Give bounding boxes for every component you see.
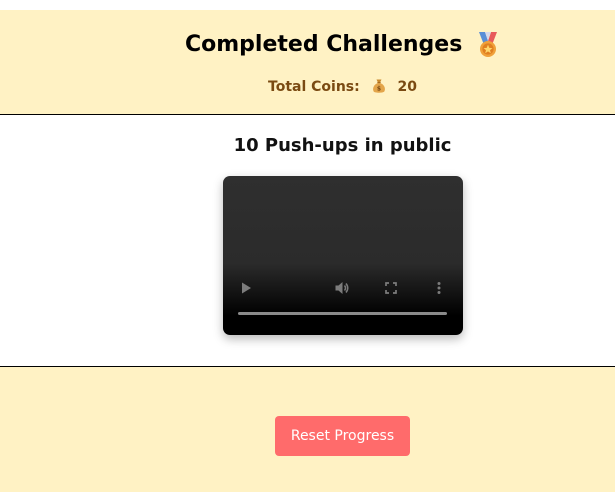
video-progress-bar[interactable]: [238, 312, 447, 315]
header: Completed Challenges Total Coins: $ 20: [0, 10, 615, 114]
page-title: Completed Challenges: [185, 32, 463, 57]
total-coins-label: Total Coins:: [268, 79, 360, 95]
more-options-icon[interactable]: [431, 280, 447, 296]
reset-progress-button[interactable]: Reset Progress: [275, 416, 410, 456]
top-strip: [0, 0, 615, 10]
challenge-video[interactable]: [223, 176, 463, 335]
page: Completed Challenges Total Coins: $ 20 1…: [0, 0, 615, 494]
challenge-title: 10 Push-ups in public: [233, 135, 452, 156]
money-bag-icon: $: [372, 79, 385, 93]
challenge-card: 10 Push-ups in public: [0, 114, 615, 367]
total-coins: Total Coins: $ 20: [0, 78, 615, 95]
medal-icon: [479, 32, 497, 57]
svg-text:$: $: [377, 86, 381, 93]
volume-icon[interactable]: [334, 280, 350, 296]
play-icon[interactable]: [238, 280, 254, 296]
fullscreen-icon[interactable]: [383, 280, 399, 296]
total-coins-value: 20: [397, 79, 417, 95]
page-title-row: Completed Challenges: [0, 32, 615, 58]
